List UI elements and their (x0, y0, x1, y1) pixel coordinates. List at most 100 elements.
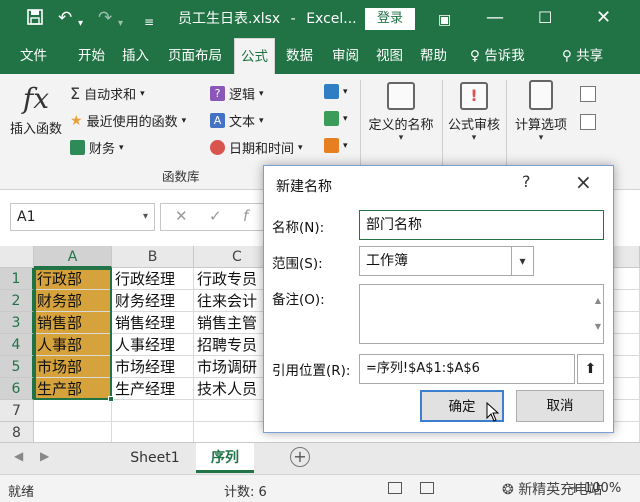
prev-sheet-icon[interactable]: ◀ (14, 449, 23, 463)
ribbon-display-icon[interactable]: ▣ (438, 9, 451, 31)
grid-cell[interactable]: 行政部 (34, 268, 112, 290)
tab-review[interactable]: 审阅 (332, 38, 359, 74)
redo-icon[interactable]: ↷ (98, 8, 112, 28)
add-sheet-icon[interactable]: + (290, 447, 310, 467)
sigma-icon: Σ (70, 84, 81, 103)
file-name: 员工生日表.xlsx (178, 11, 281, 27)
minimize-icon[interactable]: — (486, 7, 504, 29)
row-header[interactable]: 7 (0, 400, 34, 422)
tab-data[interactable]: 数据 (286, 38, 313, 74)
calc-sheet-icon[interactable] (580, 114, 596, 130)
zoom-in-icon[interactable]: + (568, 478, 581, 497)
grid-cell[interactable]: 行政经理 (112, 268, 194, 290)
tab-insert[interactable]: 插入 (122, 38, 149, 74)
login-button[interactable]: 登录 (365, 8, 415, 30)
next-sheet-icon[interactable]: ▶ (40, 449, 49, 463)
enter-formula-icon[interactable]: ✓ (209, 207, 222, 225)
dialog-title: 新建名称 (276, 179, 332, 195)
row-header[interactable]: 3 (0, 312, 34, 334)
grid-cell[interactable]: 人事经理 (112, 334, 194, 356)
column-header[interactable]: A (34, 246, 112, 268)
chevron-down-icon: ▾ (343, 113, 348, 124)
chevron-down-icon: ▾ (511, 247, 533, 275)
zoom-level[interactable]: 100% (584, 481, 621, 496)
scrollbar-down-icon[interactable]: ▼ (595, 313, 601, 341)
customize-qat-icon[interactable]: ≡ (144, 12, 154, 32)
maximize-icon[interactable]: ☐ (538, 7, 552, 29)
undo-icon[interactable]: ↶ (58, 8, 72, 28)
grid-cell[interactable]: 生产经理 (112, 378, 194, 400)
defined-names-button[interactable]: 定义的名称 ▾ (364, 80, 438, 143)
grid-cell[interactable] (34, 422, 112, 444)
redo-dropdown-icon[interactable]: ▾ (118, 14, 123, 34)
undo-dropdown-icon[interactable]: ▾ (78, 14, 83, 34)
cancel-button[interactable]: 取消 (516, 390, 604, 422)
more-functions-button[interactable]: ▾ (324, 138, 348, 153)
grid-cell[interactable]: 人事部 (34, 334, 112, 356)
math-button[interactable]: ▾ (324, 111, 348, 126)
ref-input[interactable]: =序列!$A$1:$A$6 (359, 354, 575, 384)
normal-view-icon[interactable] (388, 482, 402, 494)
autosum-button[interactable]: Σ 自动求和 ▾ (70, 84, 145, 103)
auditing-icon: ! (460, 82, 488, 110)
row-header[interactable]: 5 (0, 356, 34, 378)
logical-label: 逻辑 (229, 88, 256, 103)
row-header[interactable]: 1 (0, 268, 34, 290)
sheet-tab-bar: ◀ ▶ Sheet1 序列 + (0, 442, 640, 474)
fill-handle[interactable] (108, 396, 114, 402)
grid-cell[interactable] (112, 422, 194, 444)
status-bar: 就绪 计数: 6 ❂ 新精英充电站 + 100% (0, 474, 640, 502)
row-header[interactable]: 8 (0, 422, 34, 444)
insert-function-button[interactable]: fx 插入函数 (6, 82, 66, 137)
financial-button[interactable]: 财务 ▾ (70, 138, 124, 157)
grid-cell[interactable]: 财务经理 (112, 290, 194, 312)
grid-cell[interactable]: 市场部 (34, 356, 112, 378)
name-box[interactable]: A1 ▾ (10, 203, 155, 231)
tab-help[interactable]: 帮助 (420, 38, 447, 74)
grid-cell[interactable] (34, 400, 112, 422)
tag-icon (387, 82, 415, 110)
mouse-cursor-icon (486, 401, 500, 426)
row-header[interactable]: 2 (0, 290, 34, 312)
calc-now-icon[interactable] (580, 86, 596, 102)
comment-textarea[interactable]: ▲ ▼ (359, 284, 604, 344)
calc-options-button[interactable]: 计算选项 ▾ (510, 80, 572, 143)
tab-page-layout[interactable]: 页面布局 (168, 38, 222, 74)
save-icon[interactable] (26, 8, 44, 31)
grid-cell[interactable]: 销售部 (34, 312, 112, 334)
collapse-dialog-button[interactable]: ⬆ (577, 354, 604, 384)
tab-view[interactable]: 视图 (376, 38, 403, 74)
recent-used-button[interactable]: ★ 最近使用的函数 ▾ (70, 111, 186, 131)
tab-home[interactable]: 开始 (78, 38, 105, 74)
sheet-tab[interactable]: Sheet1 (120, 443, 190, 473)
select-all-corner[interactable] (0, 246, 34, 268)
row-header[interactable]: 6 (0, 378, 34, 400)
logical-button[interactable]: ? 逻辑 ▾ (210, 84, 264, 103)
help-icon[interactable]: ? (522, 172, 531, 191)
tell-me[interactable]: ♀ 告诉我 (470, 38, 525, 74)
fx-icon[interactable]: f (243, 207, 248, 225)
scrollbar-up-icon[interactable]: ▲ (595, 287, 601, 315)
grid-cell[interactable]: 销售经理 (112, 312, 194, 334)
grid-cell[interactable]: 财务部 (34, 290, 112, 312)
grid-cell[interactable] (112, 400, 194, 422)
page-layout-view-icon[interactable] (420, 482, 434, 494)
lookup-button[interactable]: ▾ (324, 84, 348, 99)
close-icon[interactable]: × (575, 170, 592, 194)
tab-formulas[interactable]: 公式 (234, 38, 275, 74)
grid-cell[interactable]: 市场经理 (112, 356, 194, 378)
sheet-tab-active[interactable]: 序列 (196, 443, 254, 473)
share-button[interactable]: ⚲ 共享 (562, 38, 603, 74)
cancel-formula-icon[interactable]: ✕ (175, 207, 188, 225)
column-header[interactable]: B (112, 246, 194, 268)
name-input[interactable]: 部门名称 (359, 210, 604, 240)
date-time-button[interactable]: 日期和时间 ▾ (210, 138, 303, 157)
grid-cell[interactable]: 生产部 (34, 378, 112, 400)
tab-file[interactable]: 文件 (20, 38, 47, 74)
share-label: 共享 (576, 48, 604, 64)
close-icon[interactable]: ✕ (596, 7, 611, 29)
text-button[interactable]: A 文本 ▾ (210, 111, 264, 130)
formula-auditing-button[interactable]: ! 公式审核 ▾ (444, 80, 504, 143)
row-header[interactable]: 4 (0, 334, 34, 356)
scope-select[interactable]: 工作簿 ▾ (359, 246, 534, 276)
